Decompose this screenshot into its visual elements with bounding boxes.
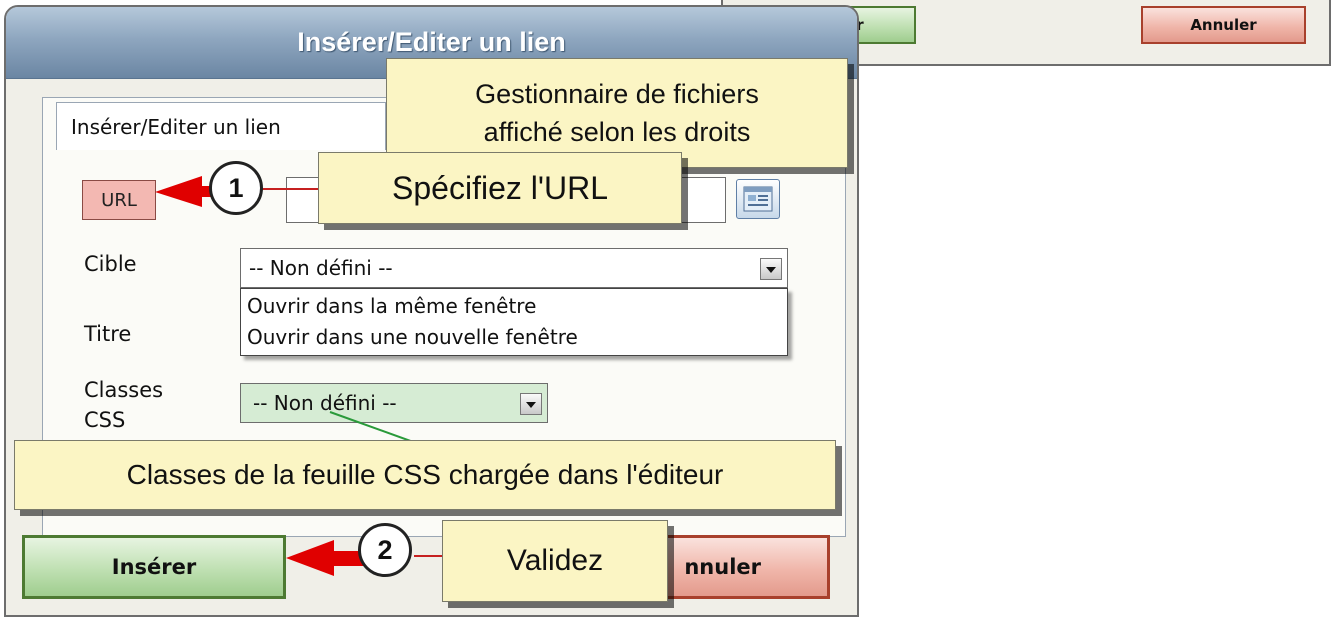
file-manager-callout-line1: Gestionnaire de fichiers: [475, 79, 759, 109]
file-manager-callout-line2: affiché selon les droits: [483, 117, 751, 147]
arrow-to-insert-icon: [286, 540, 364, 576]
validate-callout: Validez: [442, 520, 668, 602]
css-callout: Classes de la feuille CSS chargée dans l…: [14, 440, 836, 510]
step-1-marker: 1: [209, 161, 263, 215]
step-2-marker: 2: [358, 523, 412, 577]
url-callout: Spécifiez l'URL: [318, 152, 682, 224]
